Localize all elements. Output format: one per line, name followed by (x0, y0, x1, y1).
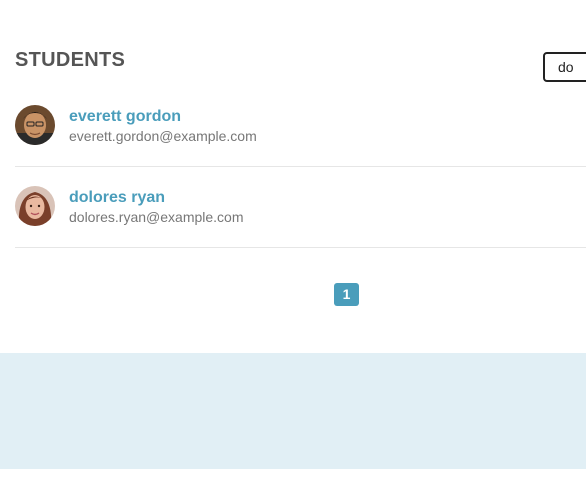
avatar[interactable] (15, 186, 55, 226)
search-input[interactable] (543, 52, 586, 82)
list-item[interactable]: everett gordon everett.gordon@example.co… (15, 86, 586, 167)
male-portrait-icon (15, 105, 55, 145)
student-email: everett.gordon@example.com (69, 128, 257, 144)
footer-band (0, 353, 586, 469)
page-title: STUDENTS (15, 49, 126, 71)
avatar[interactable] (15, 105, 55, 145)
pagination-page-button[interactable]: 1 (334, 283, 359, 306)
student-list: everett gordon everett.gordon@example.co… (15, 86, 586, 248)
female-portrait-icon (15, 186, 55, 226)
students-page: STUDENTS everett gordon everett.gordon@e… (0, 0, 586, 500)
student-name[interactable]: everett gordon (69, 108, 181, 126)
student-email: dolores.ryan@example.com (69, 209, 244, 225)
student-name[interactable]: dolores ryan (69, 189, 165, 207)
list-item[interactable]: dolores ryan dolores.ryan@example.com (15, 167, 586, 248)
